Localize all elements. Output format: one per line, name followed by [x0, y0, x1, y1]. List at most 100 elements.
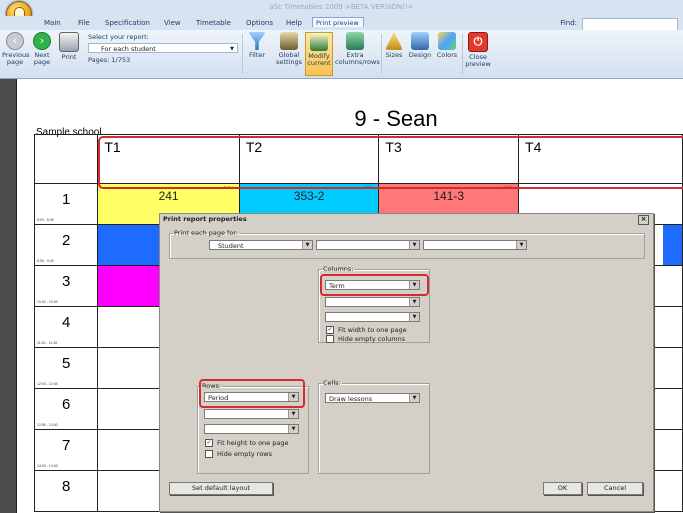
print-label: Print [61, 53, 77, 61]
print-each-select-3[interactable]: ▼ [423, 240, 527, 250]
row-label: 1 8:00 - 8:45 [33, 183, 99, 225]
period-time: 12:55 - 13:40 [37, 423, 58, 427]
chevron-down-icon: ▼ [409, 241, 419, 249]
chevron-down-icon: ▼ [288, 410, 298, 418]
period-number: 6 [62, 396, 71, 413]
extra-columns-rows-button[interactable]: Extra columns/rows [335, 32, 380, 66]
row-label: 7 14:00 - 14:45 [33, 429, 99, 471]
print-button[interactable]: Print [58, 32, 80, 61]
filter-button[interactable]: Filter [246, 32, 268, 59]
highlight-columns-header [98, 136, 683, 189]
period-number: 5 [62, 355, 71, 372]
tab-options[interactable]: Options [242, 17, 277, 30]
tab-print-preview[interactable]: Print preview [312, 17, 364, 27]
columns-select-2[interactable]: ▼ [325, 297, 420, 307]
period-time: 12:00 - 12:45 [37, 382, 58, 386]
find-label: Find: [560, 19, 577, 27]
pages-indicator: Pages: 1/753 [88, 56, 131, 64]
dialog-body: Print each page for: Student ▼ ▼ ▼ Column… [167, 227, 645, 509]
design-icon [411, 32, 429, 50]
global-settings-label: Global settings [276, 51, 302, 66]
period-number: 7 [62, 437, 71, 454]
close-icon[interactable]: × [638, 215, 649, 225]
rows-select-2[interactable]: ▼ [204, 409, 299, 419]
next-page-button[interactable]: › Next page [30, 32, 54, 66]
rows-select-3[interactable]: ▼ [204, 424, 299, 434]
chevron-down-icon: ▼ [288, 425, 298, 433]
period-number: 2 [62, 232, 71, 249]
columns-label: Columns: [323, 265, 354, 273]
cancel-button[interactable]: Cancel [587, 482, 643, 495]
chevron-down-icon: ▼ [409, 394, 419, 402]
extra-columns-rows-label: Extra columns/rows [335, 51, 380, 66]
set-default-layout-button[interactable]: Set default layout [169, 482, 273, 495]
tab-help[interactable]: Help [282, 17, 306, 30]
modify-current-button[interactable]: Modify current [305, 32, 333, 76]
tab-specification[interactable]: Specification [101, 17, 154, 30]
fit-width-checkbox[interactable]: ✓ Fit width to one page [326, 326, 407, 335]
period-number: 4 [62, 314, 71, 331]
period-number: 8 [62, 478, 71, 495]
corner-cell [33, 134, 99, 184]
tab-view[interactable]: View [160, 17, 185, 30]
chevron-down-icon: ▼ [230, 46, 234, 52]
highlight-columns-select [320, 274, 429, 296]
modify-current-label: Modify current [307, 52, 331, 67]
period-time: 14:00 - 14:45 [37, 464, 58, 468]
row-label: 5 12:00 - 12:45 [33, 347, 99, 389]
print-each-select-1[interactable]: Student ▼ [209, 240, 313, 250]
period-number: 1 [62, 191, 71, 208]
previous-page-button[interactable]: ‹ Previous page [2, 32, 29, 66]
chevron-down-icon: ▼ [409, 313, 419, 321]
dialog-title: Print report properties [160, 214, 653, 225]
filter-label: Filter [248, 51, 266, 59]
fit-height-checkbox[interactable]: ✓ Fit height to one page [205, 439, 288, 448]
sizes-label: Sizes [385, 51, 403, 59]
preview-margin [0, 79, 16, 513]
colors-button[interactable]: Colors [436, 32, 458, 59]
ribbon-separator [462, 34, 463, 74]
filter-icon [248, 32, 266, 50]
cells-select[interactable]: Draw lessons ▼ [325, 393, 420, 403]
sizes-button[interactable]: Sizes [384, 32, 404, 59]
select-report-label: Select your report: [88, 33, 149, 41]
lesson-room: 353-2 [293, 189, 325, 203]
wand-icon [310, 33, 328, 51]
checkbox-box [326, 335, 334, 343]
period-number: 3 [62, 273, 71, 290]
period-time: 8:55 - 9:40 [37, 259, 54, 263]
hide-empty-rows-checkbox[interactable]: Hide empty rows [205, 450, 272, 459]
columns-select-3[interactable]: ▼ [325, 312, 420, 322]
ok-button[interactable]: OK [543, 482, 582, 495]
tab-timetable[interactable]: Timetable [192, 17, 235, 30]
cells-value: Draw lessons [329, 395, 373, 403]
cells-label: Cells: [323, 379, 341, 387]
arrow-right-icon: › [33, 32, 51, 50]
report-select-value: For each student [101, 45, 156, 53]
power-icon: ⏻ [468, 32, 488, 52]
hide-empty-columns-checkbox[interactable]: Hide empty columns [326, 335, 405, 344]
global-settings-button[interactable]: Global settings [276, 32, 302, 66]
print-each-value: Student [218, 242, 244, 250]
ribbon-separator [242, 34, 243, 74]
hide-empty-columns-label: Hide empty columns [338, 335, 406, 343]
grid-icon [346, 32, 364, 50]
print-each-select-2[interactable]: ▼ [316, 240, 420, 250]
checkmark-icon: ✓ [205, 439, 213, 447]
period-time: 10:00 - 10:45 [37, 300, 58, 304]
design-button[interactable]: Design [408, 32, 432, 59]
next-page-label: Next page [33, 51, 51, 66]
lesson-room: 141-3 [433, 189, 465, 203]
fit-height-label: Fit height to one page [217, 439, 289, 447]
tab-main[interactable]: Main [40, 17, 65, 30]
row-label: 4 11:00 - 11:45 [33, 306, 99, 348]
arrow-left-icon: ‹ [6, 32, 24, 50]
window-title: aSc Timetables 2009 >BETA VERSION!!< [0, 0, 683, 16]
chevron-down-icon: ▼ [409, 298, 419, 306]
close-preview-button[interactable]: ⏻ Close preview [465, 32, 491, 68]
palette-icon [438, 32, 456, 50]
report-select[interactable]: For each student ▼ [88, 43, 238, 53]
tab-file[interactable]: File [74, 17, 94, 30]
fit-width-label: Fit width to one page [338, 326, 407, 334]
close-preview-label: Close preview [465, 53, 491, 68]
